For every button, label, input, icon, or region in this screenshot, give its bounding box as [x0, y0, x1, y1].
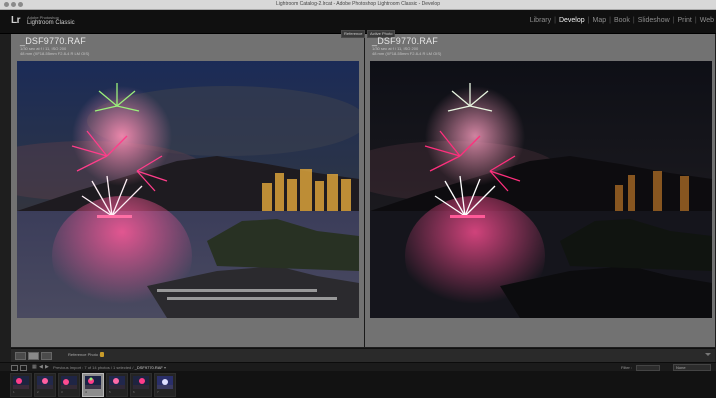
module-print[interactable]: Print — [677, 17, 691, 24]
lock-icon[interactable] — [100, 352, 104, 357]
loupe-view-button[interactable] — [15, 352, 26, 360]
thumb-number: 6 — [133, 390, 135, 394]
thumb-number: 1 — [13, 390, 15, 394]
filmstrip-thumb-selected[interactable]: 4 — [82, 373, 104, 397]
thumb-image — [157, 376, 173, 389]
filmstrip-thumb[interactable]: 5 — [106, 373, 128, 397]
filmstrip-thumb[interactable]: 6 — [130, 373, 152, 397]
filmstrip-source[interactable]: Previous Import : 7 of 14 photos / 1 sel… — [53, 365, 166, 370]
thumb-number: 4 — [85, 390, 87, 394]
module-picker: Library | Develop | Map | Book | Slideshow | Print… — [530, 17, 714, 24]
thumb-number: 5 — [109, 390, 111, 394]
reference-view-button[interactable] — [28, 352, 39, 360]
module-slideshow[interactable]: Slideshow — [638, 17, 670, 24]
back-arrow-icon[interactable]: ◀ — [39, 364, 43, 370]
module-book[interactable]: Book — [614, 17, 630, 24]
filmstrip-thumb[interactable]: 3 — [58, 373, 80, 397]
module-separator: | — [554, 17, 556, 24]
module-separator: | — [672, 17, 675, 24]
thumb-number: 7 — [157, 390, 159, 394]
filmstrip: 1 2 3 4 5 6 7 — [0, 371, 716, 398]
reference-badge: Reference — [341, 30, 366, 38]
module-separator: | — [694, 17, 697, 24]
filter-select[interactable]: None — [673, 364, 711, 371]
module-separator: | — [609, 17, 611, 24]
grid-icon[interactable]: ▦ — [32, 364, 37, 370]
source-count: 7 of 14 photos / 1 selected / — [84, 365, 134, 370]
module-map[interactable]: Map — [592, 17, 606, 24]
thumb-image — [37, 376, 53, 389]
compare-view-button[interactable] — [41, 352, 52, 360]
filmstrip-thumb[interactable]: 2 — [34, 373, 56, 397]
reference-filename: _DSF9770.RAF — [20, 36, 86, 46]
active-filename: _DSF9770.RAF — [372, 36, 438, 46]
lightroom-logo: Lr — [11, 15, 21, 26]
filter-label: Filter : — [621, 365, 633, 370]
module-develop[interactable]: Develop — [559, 17, 585, 24]
thumb-image — [85, 376, 101, 389]
module-web[interactable]: Web — [700, 17, 714, 24]
thumb-image — [61, 376, 77, 389]
filmstrip-thumb[interactable]: 1 — [10, 373, 32, 397]
reference-photo-label: Reference Photo : — [68, 352, 101, 357]
forward-arrow-icon[interactable]: ▶ — [45, 364, 49, 370]
reference-photo[interactable] — [17, 61, 359, 318]
thumb-image — [133, 376, 149, 389]
thumb-number: 3 — [61, 390, 63, 394]
active-exif-line2: 48 mm (XF18-55mm F2.8-4 R LM OIS) — [372, 51, 442, 56]
develop-toolbar: Reference Photo : — [11, 348, 715, 362]
window-title: Lightroom Catalog-2.lrcat - Adobe Photos… — [276, 1, 440, 7]
reference-exif-line2: 48 mm (XF18-55mm F2.8-4 R LM OIS) — [20, 51, 90, 56]
source-file: _DSF9770.RAF — [134, 365, 163, 370]
toolbar-menu-chevron-down-icon[interactable] — [705, 353, 711, 356]
thumb-number: 2 — [37, 390, 39, 394]
source-prefix: Previous Import — [53, 365, 82, 370]
compare-divider — [364, 34, 365, 347]
thumb-image — [109, 376, 125, 389]
active-photo[interactable] — [370, 61, 712, 318]
module-library[interactable]: Library — [530, 17, 551, 24]
module-separator: | — [632, 17, 635, 24]
filmstrip-thumb[interactable]: 7 — [154, 373, 176, 397]
thumb-image — [13, 376, 29, 389]
module-separator: | — [587, 17, 590, 24]
window-titlebar: Lightroom Catalog-2.lrcat - Adobe Photos… — [0, 0, 716, 10]
identity-plate-line2: Lightroom Classic — [27, 20, 75, 26]
